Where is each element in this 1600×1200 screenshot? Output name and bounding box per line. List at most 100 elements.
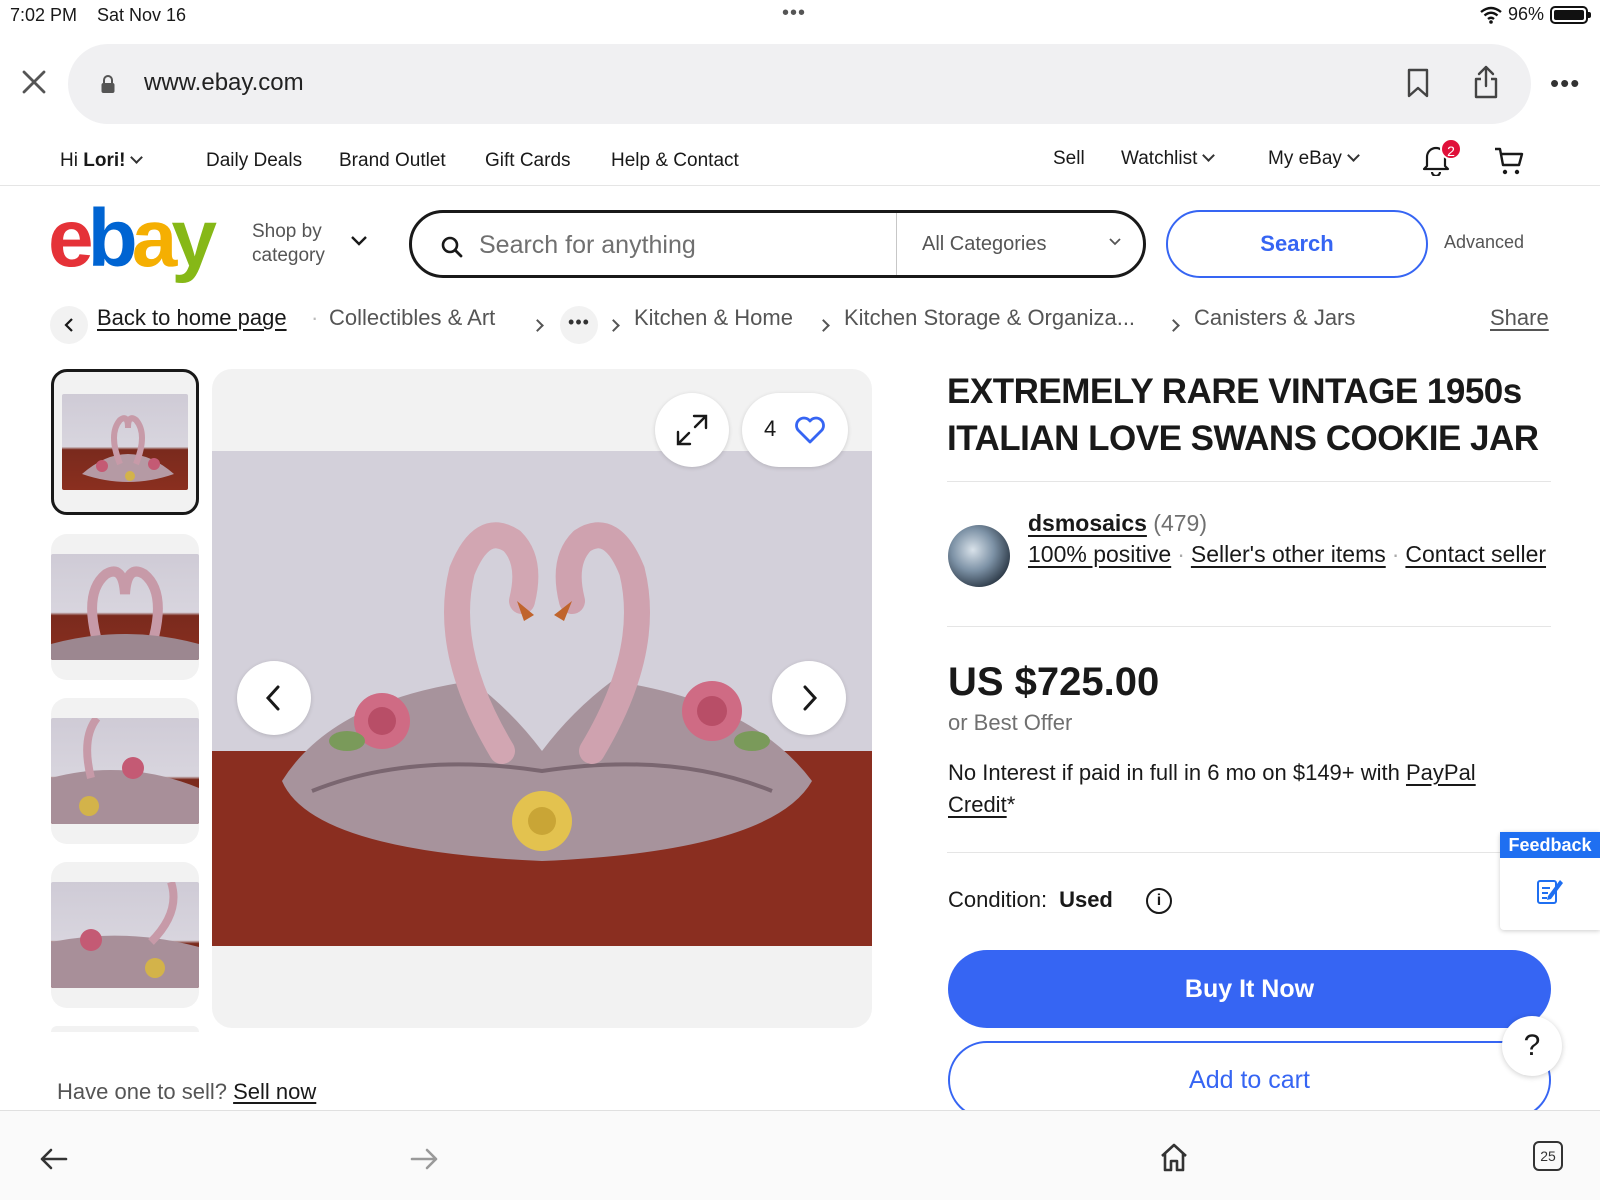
status-date: Sat Nov 16 <box>97 5 187 25</box>
user-name: Lori! <box>83 150 126 171</box>
seller-score: (479) <box>1153 510 1207 536</box>
separator-dot: · <box>1391 541 1400 567</box>
divider <box>947 481 1551 482</box>
chevron-down-icon[interactable] <box>1108 237 1122 247</box>
heart-icon <box>795 416 825 444</box>
seller-feedback-link[interactable]: 100% positive <box>1028 541 1171 567</box>
search-input[interactable]: Search for anything <box>479 231 696 260</box>
breadcrumb-canisters-jars[interactable]: Canisters & Jars <box>1194 305 1355 331</box>
thumbnail-1[interactable] <box>51 369 199 515</box>
expand-icon <box>676 414 708 446</box>
status-time: 7:02 PM <box>10 5 78 25</box>
tabs-button[interactable]: 25 <box>1533 1141 1563 1171</box>
info-icon[interactable]: i <box>1146 888 1172 914</box>
separator-dot: · <box>1177 541 1185 567</box>
status-bar: 7:02 PM Sat Nov 16 ••• 96% <box>0 0 1600 34</box>
nav-my-ebay[interactable]: My eBay <box>1268 148 1360 170</box>
chevron-right-icon <box>803 685 818 711</box>
share-link[interactable]: Share <box>1490 305 1549 331</box>
back-button[interactable] <box>50 306 88 344</box>
seller-name-link[interactable]: dsmosaics <box>1028 510 1147 536</box>
watchers-count: 4 <box>764 416 777 441</box>
advanced-search-link[interactable]: Advanced <box>1444 232 1524 253</box>
battery-icon <box>1550 5 1591 24</box>
greeting-menu[interactable]: Hi Lori! <box>60 150 144 172</box>
logo-letter: b <box>87 193 138 284</box>
next-image-button[interactable] <box>772 661 846 735</box>
cart-icon[interactable] <box>1493 145 1525 177</box>
search-button[interactable]: Search <box>1166 210 1428 278</box>
breadcrumb-more-button[interactable]: ••• <box>560 306 598 344</box>
logo-letter: e <box>48 193 94 284</box>
feedback-tab[interactable]: Feedback <box>1500 832 1600 930</box>
sell-prompt-text: Have one to sell? <box>57 1079 227 1104</box>
nav-brand-outlet[interactable]: Brand Outlet <box>339 150 446 172</box>
chevron-down-icon <box>1202 149 1216 162</box>
forward-arrow-icon[interactable] <box>410 1147 440 1171</box>
url-text[interactable]: www.ebay.com <box>144 69 304 97</box>
breadcrumb-back-home[interactable]: Back to home page <box>97 305 287 331</box>
breadcrumb-dot: · <box>311 305 319 330</box>
chevron-down-icon <box>1347 149 1360 162</box>
thumbnail-4[interactable] <box>51 862 199 1008</box>
best-offer-text: or Best Offer <box>948 710 1073 735</box>
ebay-logo[interactable]: ebay <box>48 193 217 284</box>
contact-seller-link[interactable]: Contact seller <box>1405 541 1546 567</box>
add-to-cart-button[interactable]: Add to cart <box>948 1041 1551 1119</box>
asterisk: * <box>1006 792 1016 817</box>
notification-badge: 2 <box>1440 138 1462 160</box>
expand-button[interactable] <box>655 393 729 467</box>
buy-it-now-button[interactable]: Buy It Now <box>948 950 1551 1028</box>
seller-other-items-link[interactable]: Seller's other items <box>1191 541 1386 567</box>
greeting-prefix: Hi <box>60 150 84 171</box>
breadcrumb-kitchen-home[interactable]: Kitchen & Home <box>634 305 793 331</box>
home-icon[interactable] <box>1158 1141 1190 1173</box>
multitask-dots-icon[interactable]: ••• <box>782 2 806 25</box>
wifi-icon <box>1480 6 1502 24</box>
thumbnail-5-partial[interactable] <box>51 1026 199 1032</box>
divider <box>947 852 1551 853</box>
nav-gift-cards[interactable]: Gift Cards <box>485 150 571 172</box>
back-arrow-icon[interactable] <box>38 1147 68 1171</box>
listing-title: EXTREMELY RARE VINTAGE 1950s ITALIAN LOV… <box>947 372 1539 458</box>
breadcrumb-separator <box>531 310 544 336</box>
seller-avatar[interactable] <box>948 525 1010 587</box>
bookmark-icon[interactable] <box>1406 68 1430 98</box>
thumbnail-2[interactable] <box>51 534 199 680</box>
financing-text: No Interest if paid in full in 6 mo on $… <box>948 757 1548 821</box>
nav-help-contact[interactable]: Help & Contact <box>611 150 739 172</box>
chevron-down-icon <box>130 151 144 164</box>
chevron-down-icon[interactable] <box>350 235 368 247</box>
category-select[interactable]: All Categories <box>922 233 1047 256</box>
shop-by-line1: Shop by <box>252 221 322 242</box>
watch-button[interactable]: 4 <box>742 393 848 467</box>
search-box[interactable]: Search for anything All Categories <box>409 210 1146 278</box>
shop-by-line2: category <box>252 245 325 266</box>
divider <box>947 626 1551 627</box>
condition-row: Condition: Used <box>948 887 1113 913</box>
close-icon[interactable] <box>20 68 48 96</box>
breadcrumb-collectibles[interactable]: Collectibles & Art <box>329 305 495 331</box>
address-bar[interactable]: www.ebay.com <box>68 44 1531 124</box>
chevron-left-icon <box>64 318 73 332</box>
nav-daily-deals[interactable]: Daily Deals <box>206 150 302 172</box>
watchlist-label: Watchlist <box>1121 148 1198 169</box>
shop-by-category[interactable]: Shop by category <box>252 220 325 268</box>
top-nav: Hi Lori! Daily Deals Brand Outlet Gift C… <box>0 136 1600 186</box>
share-icon[interactable] <box>1472 64 1500 100</box>
search-divider <box>896 213 897 275</box>
breadcrumb-separator <box>607 310 620 336</box>
nav-watchlist[interactable]: Watchlist <box>1121 148 1216 170</box>
more-options-icon[interactable]: ••• <box>1550 68 1580 99</box>
product-thumbnail-image <box>51 882 199 988</box>
battery-percent: 96% <box>1507 4 1544 24</box>
prev-image-button[interactable] <box>237 661 311 735</box>
nav-sell[interactable]: Sell <box>1053 148 1085 170</box>
financing-copy: No Interest if paid in full in 6 mo on $… <box>948 760 1406 785</box>
breadcrumb-kitchen-storage[interactable]: Kitchen Storage & Organiza... <box>844 305 1135 331</box>
sell-now-link[interactable]: Sell now <box>233 1079 316 1104</box>
thumbnail-3[interactable] <box>51 698 199 844</box>
help-button[interactable]: ? <box>1502 1016 1562 1076</box>
breadcrumb-separator <box>1167 310 1180 336</box>
browser-toolbar <box>0 1110 1600 1200</box>
